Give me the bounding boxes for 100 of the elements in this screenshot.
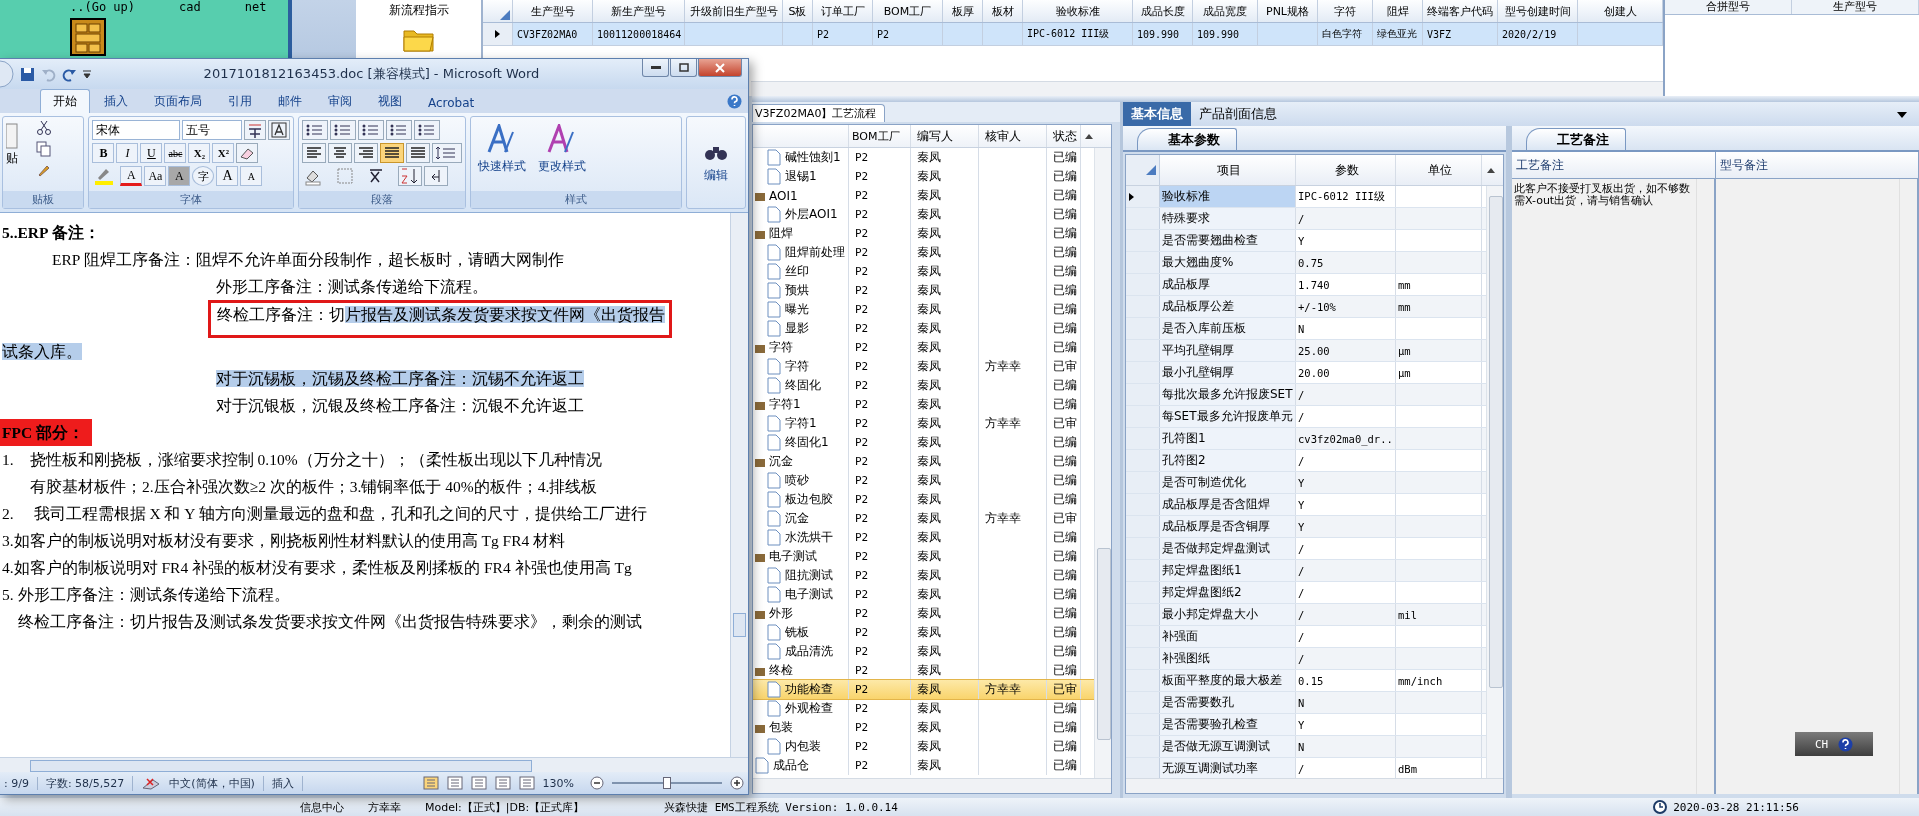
file-entry[interactable]: cad <box>179 0 201 14</box>
scrollbar[interactable] <box>0 757 748 772</box>
zoom-out-icon[interactable] <box>590 776 604 790</box>
align-icon[interactable] <box>406 143 431 163</box>
scrollbar[interactable] <box>1126 778 1503 793</box>
tree-row[interactable]: 成品仓 P2 秦凤 已编 <box>753 756 1094 775</box>
tree-row[interactable]: 曝光 P2 秦凤 已编 <box>753 300 1094 319</box>
column-header[interactable]: S板 <box>783 0 813 22</box>
formatting-marks-icon[interactable] <box>424 166 449 186</box>
tree-row[interactable]: 显影 P2 秦凤 已编 <box>753 319 1094 338</box>
column-header[interactable]: 项目 <box>1160 155 1296 185</box>
close-button[interactable] <box>698 59 742 77</box>
sidebar-item[interactable]: 新流程指示 <box>388 2 449 19</box>
tree-row[interactable]: 外观检查 P2 秦凤 已编 <box>753 699 1094 718</box>
format-button[interactable]: X₂ <box>188 143 211 163</box>
tree-row[interactable]: 阻焊 P2 秦凤 已编 <box>753 224 1094 243</box>
eraser-icon[interactable] <box>236 143 259 163</box>
row-header[interactable] <box>483 23 513 45</box>
edit-button[interactable]: 编辑 <box>699 137 734 188</box>
panel-tab[interactable]: 工艺备注 <box>1526 128 1626 150</box>
list-icon[interactable] <box>302 120 329 140</box>
table-row[interactable]: 补强面 / <box>1126 626 1486 648</box>
ribbon-tab[interactable]: 插入 <box>92 90 140 113</box>
file-entry[interactable]: net <box>244 0 267 14</box>
ribbon-tab[interactable]: 审阅 <box>316 90 364 113</box>
table-row[interactable]: 孔符图1 cv3fz02ma0_dr... <box>1126 428 1486 450</box>
table-row[interactable]: 邦定焊盘图纸1 / <box>1126 560 1486 582</box>
scrollbar[interactable] <box>1094 148 1111 778</box>
table-row[interactable]: 是否可制造优化 Y <box>1126 472 1486 494</box>
save-icon[interactable] <box>20 66 35 82</box>
list-icon[interactable] <box>358 120 385 140</box>
column-header[interactable]: 状态 <box>1047 125 1081 147</box>
table-row[interactable]: 成品板厚是否含铜厚 Y <box>1126 516 1486 538</box>
maximize-button[interactable] <box>670 59 697 77</box>
copy-icon[interactable] <box>36 141 52 157</box>
column-header[interactable]: 验收标准 <box>1023 0 1133 22</box>
tree-row[interactable]: 阻焊前处理 P2 秦凤 已编 <box>753 243 1094 262</box>
table-row[interactable]: 最小孔壁铜厚 20.00 μm <box>1126 362 1486 384</box>
tree-row[interactable]: 铣板 P2 秦凤 已编 <box>753 623 1094 642</box>
tree-row[interactable]: 丝印 P2 秦凤 已编 <box>753 262 1094 281</box>
list-icon[interactable] <box>414 120 441 140</box>
tree-row[interactable]: 退锡1 P2 秦凤 已编 <box>753 167 1094 186</box>
tree-row[interactable]: 阻抗测试 P2 秦凤 已编 <box>753 566 1094 585</box>
scroll-up-icon[interactable] <box>1085 133 1093 139</box>
office-button-icon[interactable] <box>0 60 14 88</box>
panel-tab[interactable]: V3FZ02MA0】工艺流程 <box>752 104 886 122</box>
help-icon[interactable] <box>1838 736 1854 752</box>
format-button[interactable]: A <box>120 166 143 186</box>
ribbon-tab[interactable]: Acrobat <box>416 93 487 113</box>
tree-row[interactable]: 外形 P2 秦凤 已编 <box>753 604 1094 623</box>
column-header[interactable]: 编写人 <box>911 125 979 147</box>
column-header[interactable]: 成品长度 <box>1133 0 1193 22</box>
panel-tab[interactable]: 基本参数 <box>1137 128 1237 150</box>
ribbon-tab[interactable]: 引用 <box>216 90 264 113</box>
view-mode-icon[interactable] <box>422 776 439 790</box>
table-row[interactable]: 特殊要求 / <box>1126 208 1486 230</box>
column-header[interactable]: 单位 <box>1396 155 1482 185</box>
column-header[interactable]: 阻焊 <box>1373 0 1423 22</box>
panel-tab[interactable]: 产品剖面信息 <box>1191 102 1285 126</box>
column-header[interactable]: 订单工厂 <box>813 0 873 22</box>
table-row[interactable]: 最小邦定焊盘大小 / mil <box>1126 604 1486 626</box>
column-header[interactable]: 新生产型号 <box>593 0 685 22</box>
insert-mode[interactable]: 插入 <box>271 775 303 791</box>
page-count[interactable]: : 9/9 <box>4 776 38 790</box>
format-button[interactable]: 字 <box>192 166 215 186</box>
tree-row[interactable]: AOI1 P2 秦凤 已编 <box>753 186 1094 205</box>
style-button[interactable]: 更改样式 <box>534 120 591 188</box>
table-row[interactable]: 补强图纸 / <box>1126 648 1486 670</box>
word-count[interactable]: 字数: 58/5,527 <box>45 775 134 791</box>
scrollbar[interactable] <box>730 213 748 757</box>
tree-row[interactable]: 终固化 P2 秦凤 已编 <box>753 376 1094 395</box>
view-mode-icon[interactable] <box>518 776 535 790</box>
scrollbar[interactable] <box>753 778 1111 793</box>
column-header[interactable]: BOM工厂 <box>849 125 911 147</box>
customize-caret-icon[interactable] <box>83 70 91 78</box>
scrollbar[interactable] <box>751 81 1663 96</box>
tree-row[interactable]: 字符 P2 秦凤 已编 <box>753 338 1094 357</box>
table-row[interactable]: 孔符图2 / <box>1126 450 1486 472</box>
column-header[interactable]: 参数 <box>1296 155 1396 185</box>
align-icon[interactable] <box>302 143 327 163</box>
language-status[interactable]: 中文(简体，中国) <box>169 775 264 791</box>
zoom-slider-thumb[interactable] <box>663 777 671 789</box>
tree-row[interactable]: 电子测试 P2 秦凤 已编 <box>753 547 1094 566</box>
file-entry[interactable]: ..(Go up) <box>70 0 136 14</box>
character-border-icon[interactable] <box>268 120 291 140</box>
column-header[interactable]: 核审人 <box>979 125 1047 147</box>
help-icon[interactable] <box>727 94 742 109</box>
scissors-icon[interactable] <box>36 120 52 136</box>
format-button[interactable]: I <box>116 143 139 163</box>
table-row[interactable]: 是否做无源互调测试 N <box>1126 736 1486 758</box>
column-header[interactable]: PNL规格 <box>1258 0 1318 22</box>
tree-row[interactable]: 内包装 P2 秦凤 已编 <box>753 737 1094 756</box>
dropdown-caret-icon[interactable] <box>1897 112 1907 118</box>
tree-row[interactable]: 预烘 P2 秦凤 已编 <box>753 281 1094 300</box>
table-row[interactable]: CV3FZ02MA0 10011200018464 P2 P2 IPC-6012 III级 109.990 109.990 白色字符 绿色亚光 V3FZ 2020/2/19 <box>483 23 1663 46</box>
table-row[interactable]: 是否入库前压板 N <box>1126 318 1486 340</box>
tree-row[interactable]: 沉金 P2 秦凤 已编 <box>753 452 1094 471</box>
table-row[interactable]: 邦定焊盘图纸2 / <box>1126 582 1486 604</box>
table-row[interactable]: 是否需要数孔 N <box>1126 692 1486 714</box>
align-icon[interactable] <box>354 143 379 163</box>
